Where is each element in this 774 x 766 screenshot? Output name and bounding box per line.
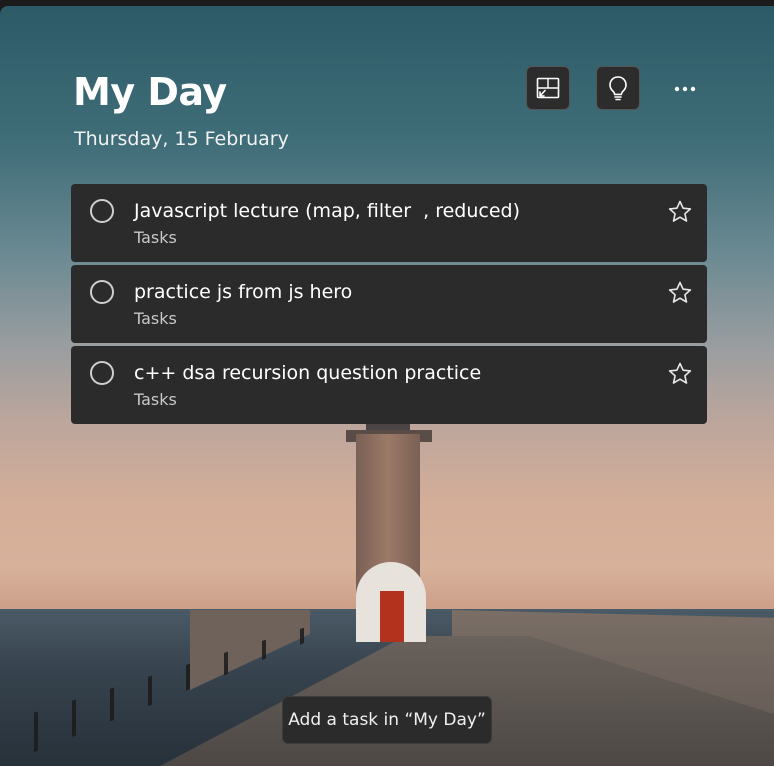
task-title: Javascript lecture (map, filter , reduce… xyxy=(134,200,521,222)
complete-task-checkbox[interactable] xyxy=(90,199,114,223)
more-options-button[interactable] xyxy=(665,72,705,106)
lighthouse-door xyxy=(380,591,404,642)
add-task-button[interactable]: Add a task in “My Day” xyxy=(282,696,492,744)
task-list-name: Tasks xyxy=(134,309,177,328)
task-list: Javascript lecture (map, filter , reduce… xyxy=(71,184,707,427)
star-icon[interactable] xyxy=(667,361,693,387)
page-date: Thursday, 15 February xyxy=(74,128,289,150)
task-list-name: Tasks xyxy=(134,390,177,409)
task-list-name: Tasks xyxy=(134,228,177,247)
star-icon[interactable] xyxy=(667,199,693,225)
star-icon[interactable] xyxy=(667,280,693,306)
task-item[interactable]: Javascript lecture (map, filter , reduce… xyxy=(71,184,707,262)
app-window: My Day Thursday, 15 February Javascript … xyxy=(0,0,774,766)
task-item[interactable]: practice js from js hero Tasks xyxy=(71,265,707,343)
more-options-icon xyxy=(674,86,696,92)
suggestions-button[interactable] xyxy=(596,66,640,110)
background-image-icon xyxy=(536,77,560,99)
page-title: My Day xyxy=(73,70,227,114)
task-title: practice js from js hero xyxy=(134,281,353,303)
complete-task-checkbox[interactable] xyxy=(90,280,114,304)
task-title: c++ dsa recursion question practice xyxy=(134,362,482,384)
change-background-button[interactable] xyxy=(526,66,570,110)
task-item[interactable]: c++ dsa recursion question practice Task… xyxy=(71,346,707,424)
lightbulb-suggestions-icon xyxy=(609,76,627,101)
complete-task-checkbox[interactable] xyxy=(90,361,114,385)
